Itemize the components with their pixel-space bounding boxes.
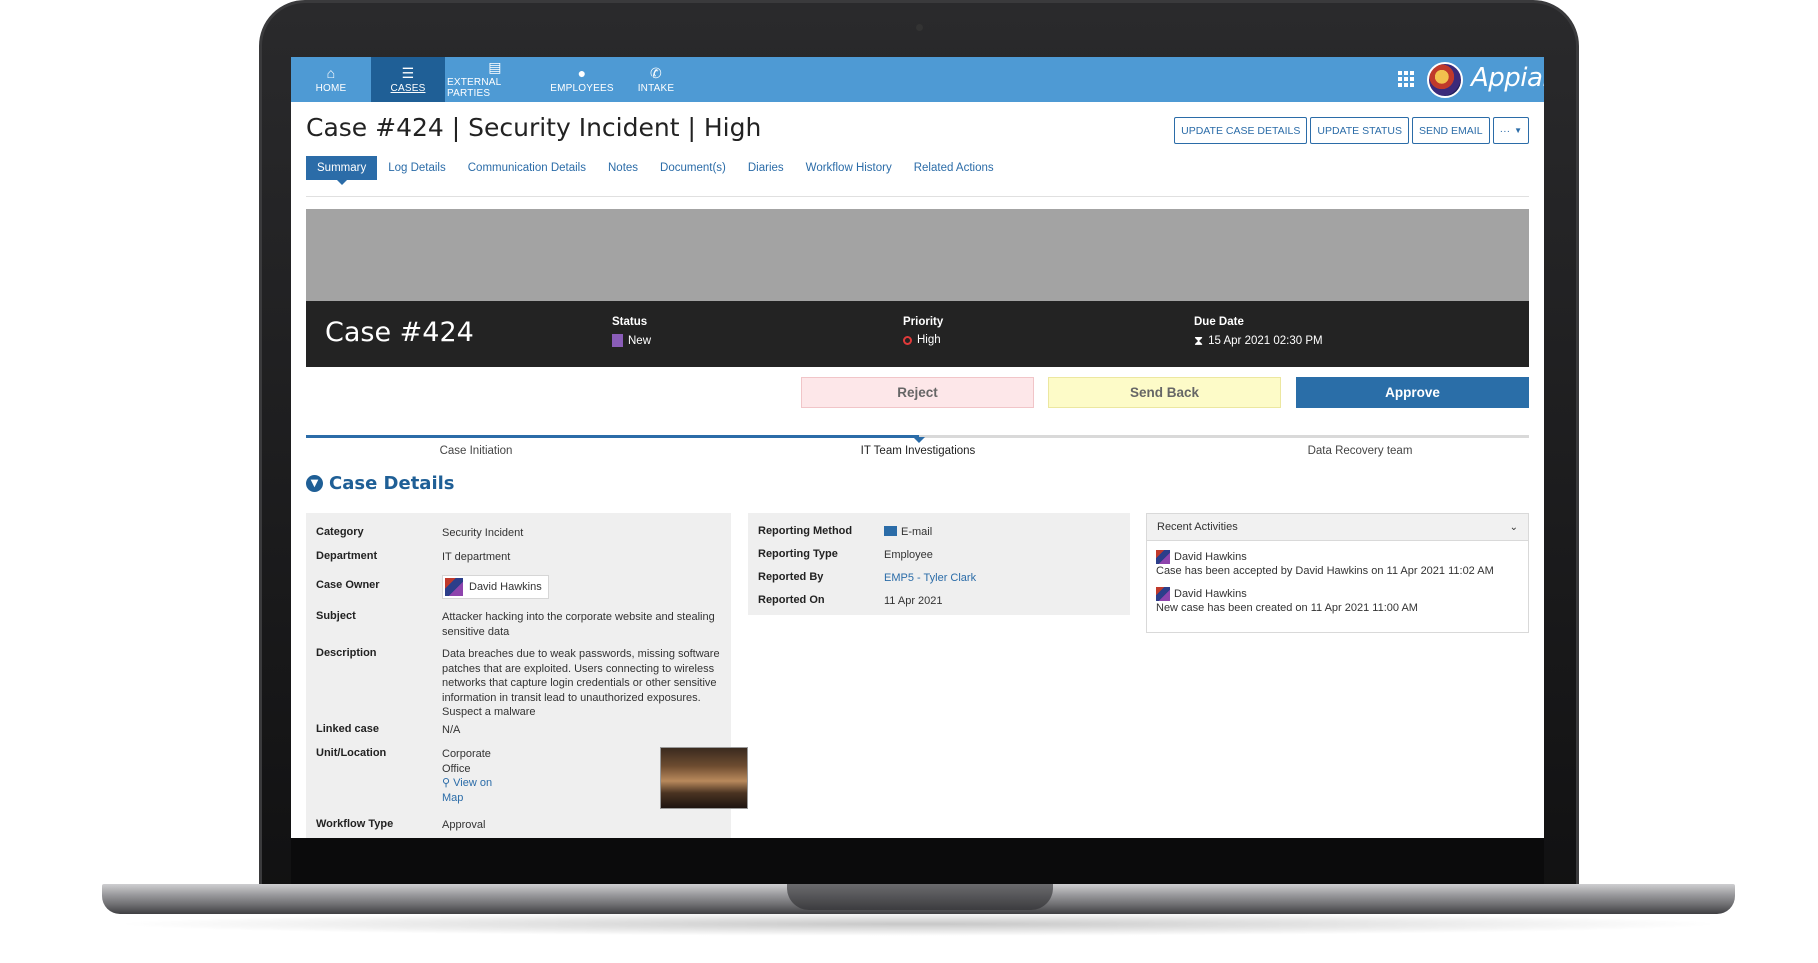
due-date-value: 15 Apr 2021 02:30 PM <box>1208 334 1323 347</box>
due-date-field: Due Date ⧗ 15 Apr 2021 02:30 PM <box>1194 316 1323 348</box>
priority-value: High <box>917 334 941 346</box>
detail-row-reporting-method: Reporting Method E-mail <box>758 525 933 538</box>
nav-external-parties[interactable]: ▤ EXTERNAL PARTIES <box>447 57 543 102</box>
hourglass-icon: ⧗ <box>1194 333 1204 348</box>
detail-row-reported-by: Reported By EMP5 - Tyler Clark <box>758 571 1140 586</box>
detail-row-category: Category Security Incident <box>316 526 524 539</box>
reject-button[interactable]: Reject <box>801 377 1034 408</box>
laptop-bezel <box>291 838 1544 884</box>
map-pin-icon: ⚲ <box>442 777 451 789</box>
divider <box>306 196 1529 197</box>
home-icon: ⌂ <box>326 64 336 81</box>
more-actions-button[interactable]: ··· ▼ <box>1492 117 1529 144</box>
activity-item: David Hawkins New case has been created … <box>1156 587 1418 614</box>
detail-row-location: Unit/Location Corporate Office ⚲ View on… <box>316 747 748 811</box>
reporting-panel: Reporting Method E-mail Reporting Type Emp… <box>748 513 1130 615</box>
nav-home[interactable]: ⌂ HOME <box>291 57 371 102</box>
case-banner-image <box>306 209 1529 301</box>
brand-logo: Appian <box>1471 63 1544 93</box>
tab-communication-details[interactable]: Communication Details <box>457 156 597 180</box>
list-icon: ☰ <box>401 64 415 81</box>
tab-notes[interactable]: Notes <box>597 156 649 180</box>
document-icon <box>612 334 623 347</box>
detail-row-linked-case: Linked case N/A <box>316 723 461 736</box>
user-avatar[interactable] <box>1427 62 1463 98</box>
step-data-recovery-team: Data Recovery team <box>1307 445 1413 457</box>
mail-icon <box>884 526 897 536</box>
recent-activities-panel: Recent Activities ⌄ David Hawkins Case h… <box>1146 513 1529 633</box>
tab-workflow-history[interactable]: Workflow History <box>795 156 903 180</box>
tab-diaries[interactable]: Diaries <box>737 156 795 180</box>
nav-employees[interactable]: ● EMPLOYEES <box>543 57 621 102</box>
chevron-down-icon: ⌄ <box>1509 521 1518 533</box>
tab-summary[interactable]: Summary <box>306 156 378 185</box>
approve-button[interactable]: Approve <box>1296 377 1529 408</box>
priority-dot-icon <box>903 335 912 345</box>
tab-bar: Summary Log Details Communication Detail… <box>306 156 1005 185</box>
detail-row-department: Department IT department <box>316 550 511 563</box>
nav-intake[interactable]: ✆ INTAKE <box>621 57 691 102</box>
detail-row-subject: Subject Attacker hacking into the corpora… <box>316 610 715 638</box>
tab-log-details[interactable]: Log Details <box>377 156 457 180</box>
current-step-marker <box>913 437 925 443</box>
update-status-button[interactable]: UPDATE STATUS <box>1310 117 1409 144</box>
app-screen: ⌂ HOME ☰ CASES ▤ EXTERNAL PARTIES ● EMPL… <box>291 57 1544 838</box>
location-photo <box>660 747 748 809</box>
progress-fill <box>306 435 919 438</box>
case-banner: Case #424 Status New Priority High Due D… <box>306 301 1529 367</box>
tab-related-actions[interactable]: Related Actions <box>903 156 1005 180</box>
status-value: New <box>628 334 652 347</box>
apps-grid-icon[interactable] <box>1398 71 1414 87</box>
send-email-button[interactable]: SEND EMAIL <box>1411 117 1490 144</box>
view-on-map-link[interactable]: ⚲ View on Map <box>442 776 502 805</box>
book-icon: ▤ <box>488 59 502 75</box>
avatar <box>1156 587 1170 601</box>
detail-row-workflow-type: Workflow Type Approval <box>316 818 486 831</box>
laptop-shadow <box>110 912 1727 936</box>
case-owner-chip[interactable]: David Hawkins <box>442 575 549 599</box>
step-case-initiation: Case Initiation <box>439 445 513 457</box>
top-nav: ⌂ HOME ☰ CASES ▤ EXTERNAL PARTIES ● EMPL… <box>291 57 1544 102</box>
tab-documents[interactable]: Document(s) <box>649 156 737 180</box>
step-it-team-investigations: IT Team Investigations <box>860 445 976 457</box>
case-number: Case #424 <box>325 317 474 348</box>
avatar <box>445 578 463 596</box>
priority-field: Priority High <box>903 316 944 346</box>
phone-icon: ✆ <box>650 64 662 81</box>
laptop-mockup: ⌂ HOME ☰ CASES ▤ EXTERNAL PARTIES ● EMPL… <box>0 0 1818 963</box>
user-icon: ● <box>577 64 587 81</box>
activity-item: David Hawkins Case has been accepted by … <box>1156 550 1494 577</box>
update-case-details-button[interactable]: UPDATE CASE DETAILS <box>1174 117 1308 144</box>
detail-row-description: Description Data breaches due to weak pas… <box>316 647 720 718</box>
send-back-button[interactable]: Send Back <box>1048 377 1281 408</box>
avatar <box>1156 550 1170 564</box>
laptop-notch <box>787 884 1053 910</box>
page-title: Case #424 | Security Incident | High <box>306 113 762 142</box>
case-details-heading[interactable]: ▼ Case Details <box>306 473 455 494</box>
case-details-panel: Category Security Incident Department IT d… <box>306 513 748 838</box>
chevron-down-icon: ▼ <box>306 475 323 492</box>
header-actions: UPDATE CASE DETAILS UPDATE STATUS SEND E… <box>1174 117 1529 144</box>
recent-activities-header[interactable]: Recent Activities ⌄ <box>1147 514 1528 541</box>
detail-row-case-owner: Case Owner David Hawkins <box>316 575 741 601</box>
location-value: Corporate Office <box>442 748 491 775</box>
reported-by-link[interactable]: EMP5 - Tyler Clark <box>884 571 1140 586</box>
chevron-down-icon: ▼ <box>1514 126 1522 135</box>
detail-row-reported-on: Reported On 11 Apr 2021 <box>758 594 943 607</box>
status-field: Status New <box>612 316 652 347</box>
camera-icon <box>916 24 923 31</box>
nav-cases[interactable]: ☰ CASES <box>371 57 445 102</box>
detail-row-reporting-type: Reporting Type Employee <box>758 548 933 561</box>
